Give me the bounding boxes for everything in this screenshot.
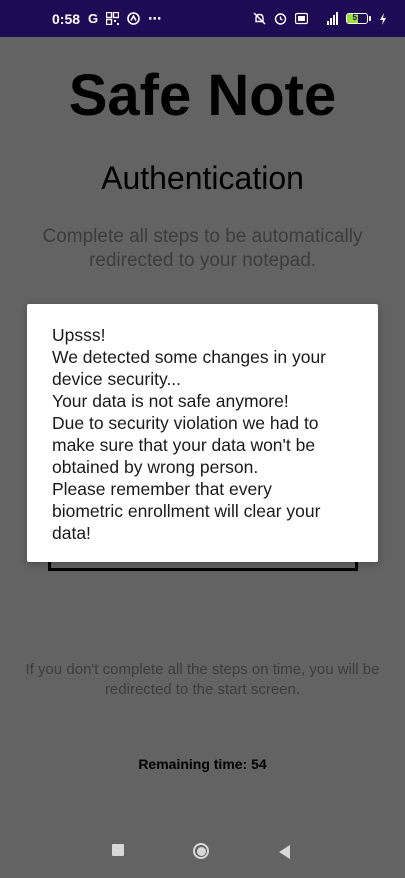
status-bar-left: 0:58 G ⋯ xyxy=(52,11,161,27)
google-icon: G xyxy=(88,11,99,26)
battery-cap xyxy=(369,16,371,21)
instructions-text: Complete all steps to be automatically r… xyxy=(42,226,363,271)
status-time: 0:58 xyxy=(52,10,81,27)
notifications-off-icon xyxy=(253,12,266,25)
dialog-line: We detected some changes in your xyxy=(52,347,327,367)
dialog-line: data! xyxy=(52,523,91,543)
battery-body: 57 xyxy=(346,13,368,24)
status-bar: 0:58 G ⋯ 57 xyxy=(0,0,405,37)
dialog-line: Upsss! xyxy=(52,325,106,345)
dialog-line: Your data is not safe anymore! xyxy=(52,391,289,411)
more-icon: ⋯ xyxy=(148,11,162,26)
navigation-bar xyxy=(0,822,405,878)
page-subtitle: Authentication xyxy=(101,160,304,196)
battery-icon: 57 xyxy=(346,13,371,24)
security-alert-dialog[interactable]: Upsss! We detected some changes in your … xyxy=(27,304,378,562)
recents-icon[interactable] xyxy=(112,844,124,856)
app-title: Safe Note xyxy=(68,63,337,128)
qr-icon xyxy=(106,12,120,25)
home-icon[interactable] xyxy=(193,843,209,859)
dialog-line: obtained by wrong person. xyxy=(52,457,259,477)
timeout-warning-text: If you don't complete all the steps on t… xyxy=(25,661,380,698)
status-bar-right: 57 xyxy=(253,12,387,25)
dialog-line: biometric enrollment will clear your xyxy=(52,501,321,521)
dialog-line: Due to security violation we had to xyxy=(52,413,319,433)
remaining-time-label: Remaining time: 54 xyxy=(138,756,267,772)
volte-icon xyxy=(295,12,308,25)
battery-level: 57 xyxy=(352,13,362,22)
dialog-line: device security... xyxy=(52,369,182,389)
home-icon-inner xyxy=(196,846,206,856)
dialog-line: Please remember that every xyxy=(52,479,272,499)
app-icon xyxy=(127,12,140,25)
alarm-icon xyxy=(274,12,287,25)
dialog-line: make sure that your data won't be xyxy=(52,435,316,455)
dialog-message: Upsss! We detected some changes in your … xyxy=(52,324,356,544)
back-icon[interactable] xyxy=(279,845,290,859)
charging-icon xyxy=(379,12,387,25)
lte-signal-icon xyxy=(316,12,338,25)
